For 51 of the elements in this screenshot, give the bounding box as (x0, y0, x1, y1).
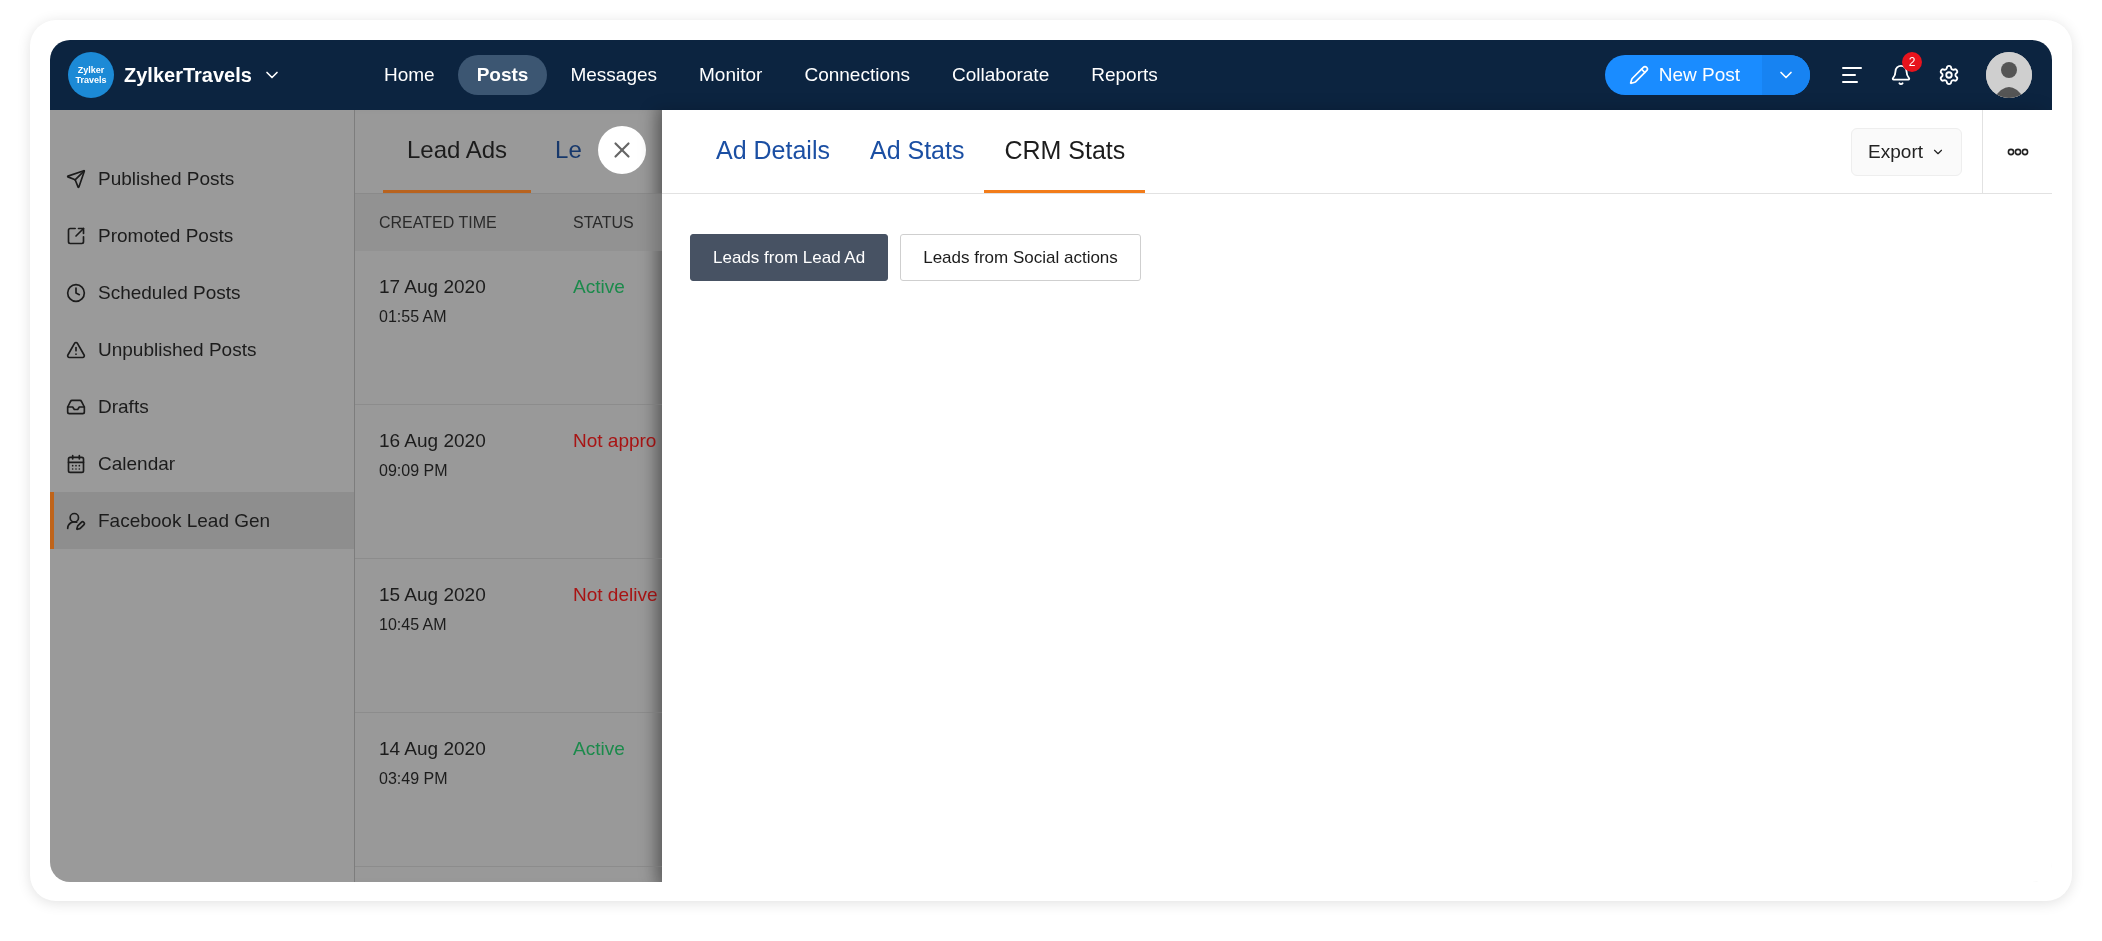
time-text: 01:55 AM (379, 308, 448, 326)
nav-item[interactable]: Collaborate (933, 55, 1069, 95)
pencil-icon (1628, 65, 1649, 85)
settings-icon[interactable] (1938, 64, 1960, 86)
logo[interactable]: Zylker Travels (68, 52, 114, 98)
bell-icon[interactable] (1890, 64, 1912, 86)
time-text: 09:09 PM (379, 462, 449, 480)
sidebar-item[interactable]: Calendar (50, 435, 354, 492)
nav-item[interactable]: Connections (785, 55, 930, 95)
status-text: Active (573, 276, 625, 297)
time-text: 03:49 PM (379, 770, 449, 788)
segment-button[interactable]: Leads from Social actions (900, 234, 1141, 281)
date-text: 17 Aug 2020 (379, 276, 487, 298)
close-button[interactable] (598, 126, 646, 174)
status-text: Not appro (573, 430, 657, 451)
tab[interactable]: Le (555, 110, 582, 193)
date-text: 16 Aug 2020 (379, 430, 487, 452)
nav-item[interactable]: Monitor (680, 55, 782, 95)
column-header: STATUS (573, 213, 635, 232)
date-text: 14 Aug 2020 (379, 738, 487, 760)
clock-icon (66, 282, 86, 303)
date-text: 15 Aug 2020 (379, 584, 487, 606)
ellipsis-icon (2006, 147, 2029, 156)
export-button[interactable]: Export (1851, 127, 1962, 176)
status-text: Not delive (573, 584, 658, 605)
avatar[interactable] (1986, 52, 2032, 98)
column-header: CREATED TIME (379, 213, 498, 232)
segment-button[interactable]: Leads from Lead Ad (690, 234, 889, 281)
nav-item[interactable]: Reports (1072, 55, 1177, 95)
tab[interactable]: CRM Stats (984, 110, 1146, 193)
time-text: 10:45 AM (379, 616, 448, 634)
nav-item[interactable]: Messages (551, 55, 677, 95)
sidebar-item[interactable]: Scheduled Posts (50, 264, 354, 321)
sidebar-item[interactable]: Published Posts (50, 150, 354, 207)
sidebar-item[interactable]: Unpublished Posts (50, 321, 354, 378)
sidebar-item[interactable]: Promoted Posts (50, 207, 354, 264)
sidebar-item[interactable]: Facebook Lead Gen (50, 492, 354, 549)
arrow-box-icon (66, 225, 86, 246)
send-icon (66, 168, 86, 189)
nav-item[interactable]: Home (365, 55, 454, 95)
calendar-icon (66, 453, 86, 474)
nav-item[interactable]: Posts (457, 55, 548, 95)
user-icon (66, 510, 86, 531)
tab[interactable]: Ad Details (696, 110, 850, 193)
dropdown-toggle[interactable] (1762, 55, 1810, 95)
status-text: Active (573, 738, 625, 759)
sidebar-item[interactable]: Drafts (50, 378, 354, 435)
tab[interactable]: Ad Stats (849, 110, 985, 193)
brand-name[interactable]: ZylkerTravels (124, 63, 252, 87)
notification-badge: 2 (1902, 52, 1922, 72)
warning-icon (66, 339, 86, 360)
